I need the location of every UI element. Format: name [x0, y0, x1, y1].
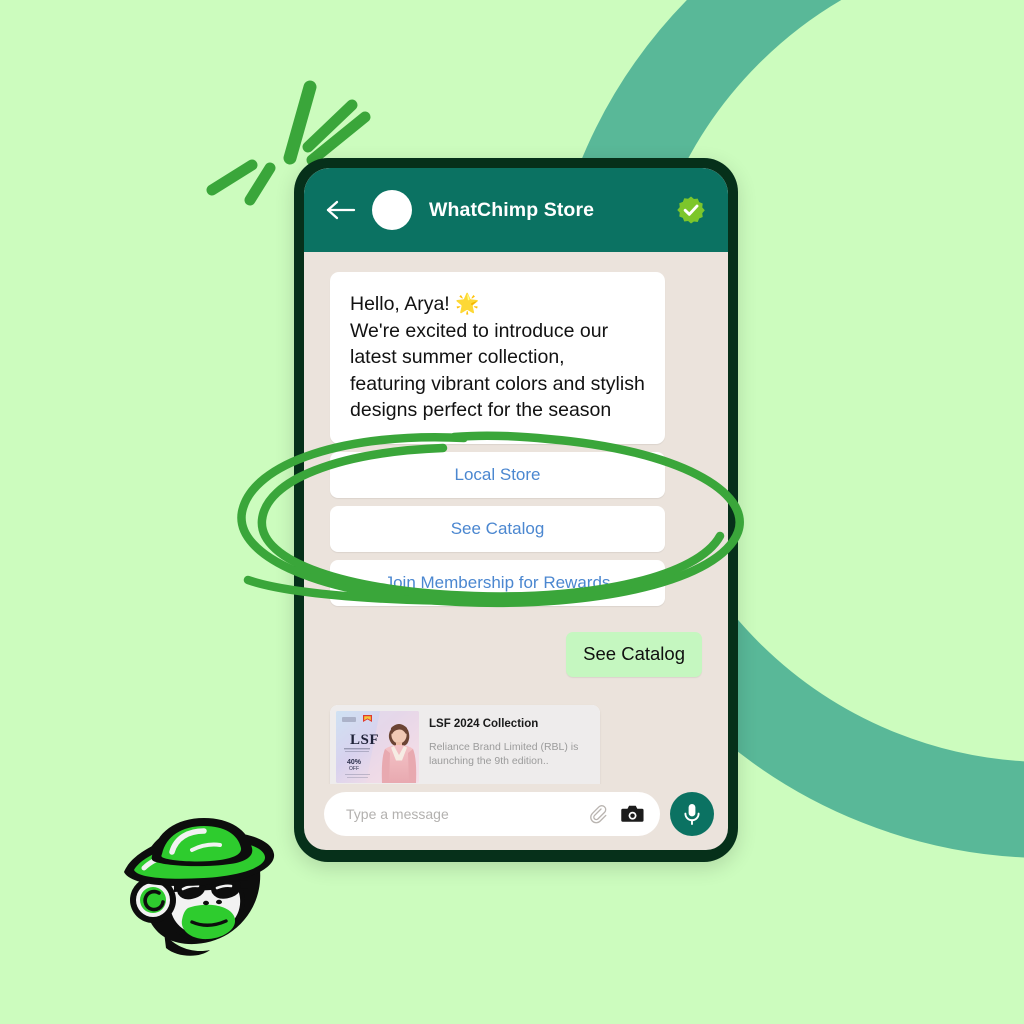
quick-reply-label: See Catalog — [450, 518, 545, 538]
catalog-card[interactable]: LSF 40% OFF LSF 2024 Collection Reliance… — [330, 704, 600, 784]
outgoing-message-text: See Catalog — [583, 642, 685, 664]
whatchimp-mascot-logo — [124, 818, 275, 956]
quick-reply-local-store[interactable]: Local Store — [330, 451, 665, 498]
paperclip-icon[interactable] — [587, 803, 609, 825]
incoming-message-bubble: Hello, Arya! 🌟 We're excited to introduc… — [330, 272, 665, 444]
chat-header: WhatChimp Store — [304, 168, 728, 252]
camera-icon[interactable] — [621, 803, 645, 825]
poster-canvas: WhatChimp Store Hello, Arya! 🌟 We're exc… — [0, 0, 1024, 1024]
mic-button[interactable] — [670, 792, 714, 836]
avatar[interactable] — [372, 190, 412, 230]
microphone-icon — [684, 804, 700, 825]
incoming-message-text: Hello, Arya! 🌟 We're excited to introduc… — [350, 293, 645, 422]
back-arrow-icon[interactable] — [326, 199, 356, 221]
catalog-meta: LSF 2024 Collection Reliance Brand Limit… — [429, 711, 594, 783]
svg-text:OFF: OFF — [349, 766, 359, 772]
svg-text:LSF: LSF — [350, 732, 379, 748]
verified-badge-icon — [677, 196, 705, 224]
phone-mockup: WhatChimp Store Hello, Arya! 🌟 We're exc… — [294, 158, 738, 862]
message-input-container[interactable] — [324, 792, 660, 836]
quick-reply-label: Join Membership for Rewards — [384, 572, 611, 592]
phone-screen: WhatChimp Store Hello, Arya! 🌟 We're exc… — [304, 168, 728, 850]
catalog-thumbnail-image: LSF 40% OFF — [336, 710, 419, 783]
message-composer — [304, 784, 728, 850]
quick-reply-join-membership[interactable]: Join Membership for Rewards — [330, 559, 665, 606]
catalog-description: Reliance Brand Limited (RBL) is launchin… — [429, 740, 579, 767]
svg-text:40%: 40% — [347, 759, 362, 766]
outgoing-message-bubble: See Catalog — [566, 631, 702, 677]
catalog-title: LSF 2024 Collection — [429, 717, 539, 730]
page-title: WhatChimp Store — [429, 198, 595, 221]
search-input[interactable] — [346, 806, 575, 822]
quick-reply-label: Local Store — [454, 464, 541, 484]
catalog-preview: LSF 40% OFF LSF 2024 Collection Reliance… — [330, 704, 600, 784]
chat-message-list: Hello, Arya! 🌟 We're excited to introduc… — [304, 252, 728, 784]
quick-reply-see-catalog[interactable]: See Catalog — [330, 505, 665, 552]
